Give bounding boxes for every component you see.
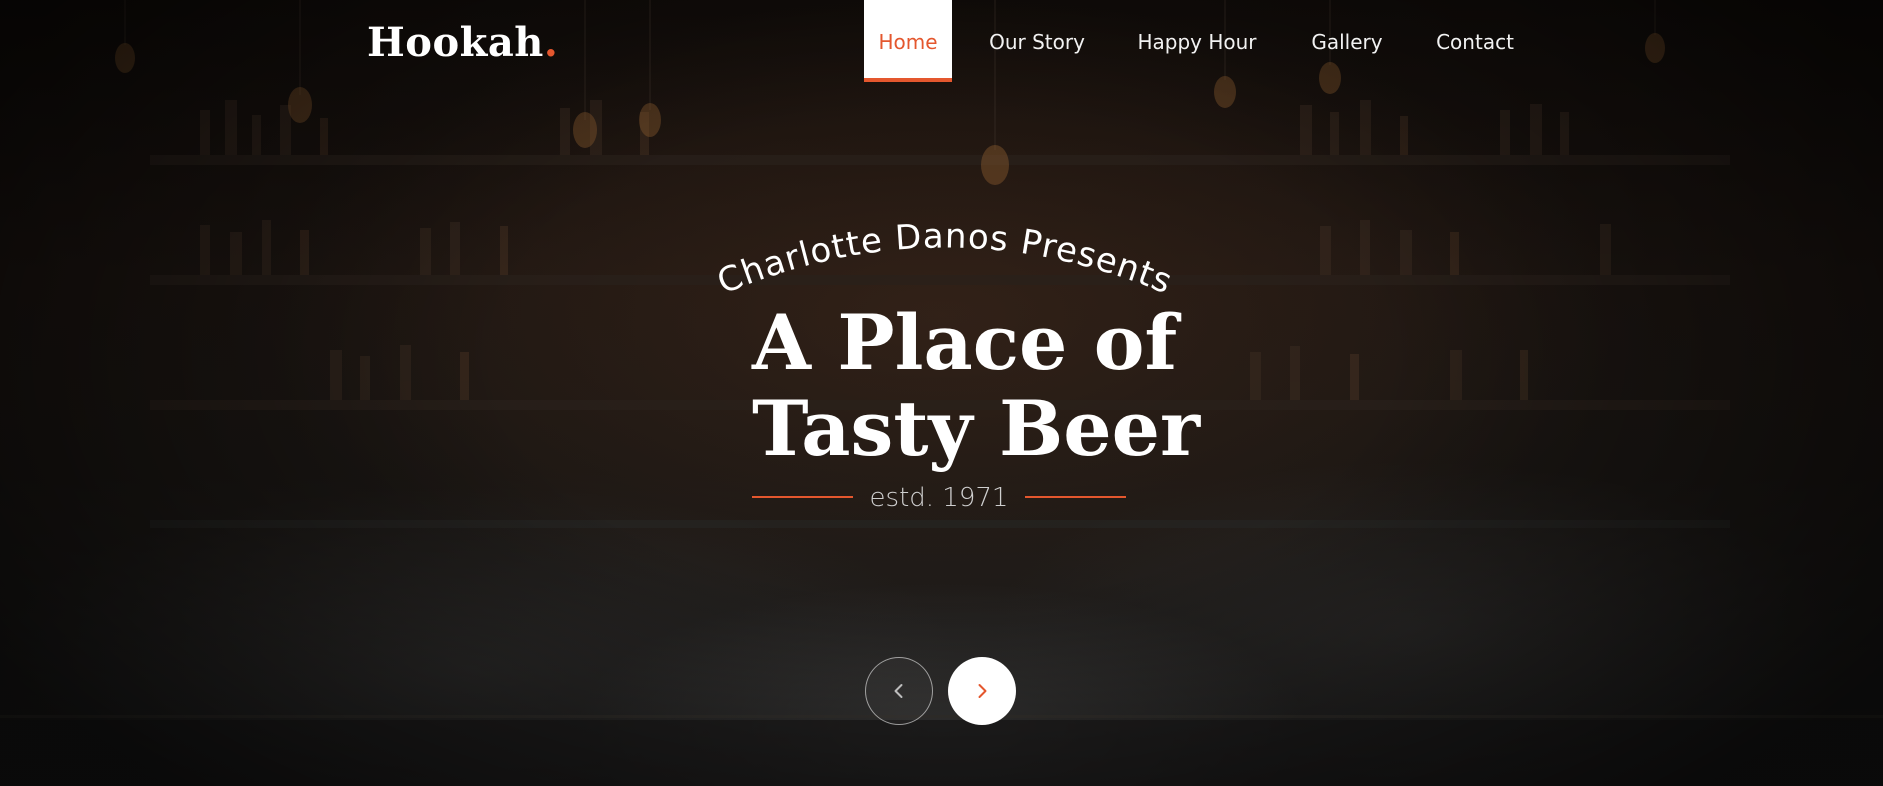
nav-item-our-story[interactable]: Our Story [984,0,1090,82]
brand-logo[interactable]: Hookah. [367,18,558,68]
slider-prev-button[interactable] [865,657,933,725]
established-text: estd. 1971 [869,483,1009,513]
hero-title-line-2: Tasty Beer [752,384,1201,473]
chevron-left-icon [894,684,903,698]
svg-text:Charlotte Danos Presents: Charlotte Danos Presents [712,216,1178,302]
established-row: estd. 1971 [752,480,1126,516]
nav-item-gallery[interactable]: Gallery [1304,0,1390,82]
established-divider-right [1025,496,1126,498]
hero-title-line-1: A Place of [752,298,1178,387]
hero-title: A Place of Tasty Beer [752,300,1212,472]
slider-next-button[interactable] [948,657,1016,725]
nav-item-happy-hour[interactable]: Happy Hour [1130,0,1264,82]
brand-name: Hookah [367,19,544,66]
chevron-right-icon [978,684,987,698]
nav-item-contact[interactable]: Contact [1430,0,1520,82]
presenter-text: Charlotte Danos Presents [712,216,1177,302]
brand-dot: . [543,19,559,66]
nav-item-home[interactable]: Home [864,0,952,82]
